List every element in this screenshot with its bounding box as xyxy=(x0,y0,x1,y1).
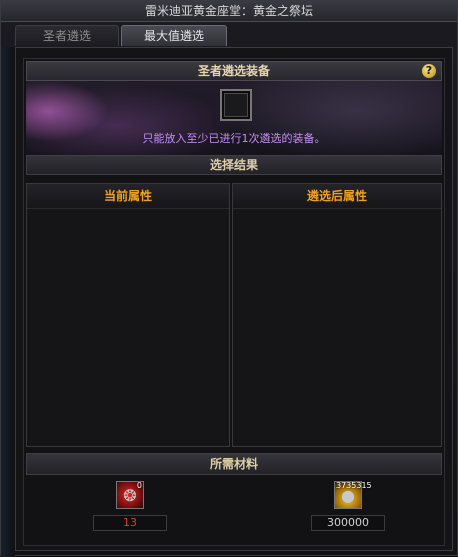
equipment-section-title: 圣者遴选装备 xyxy=(197,64,270,78)
equipment-slot-area: 只能放入至少已进行1次遴选的装备。 xyxy=(26,81,442,155)
after-attributes-panel: 遴选后属性 xyxy=(232,183,442,447)
main-panel: 圣者遴选装备 ? 只能放入至少已进行1次遴选的装备。 选择结果 当前属性 遴选后… xyxy=(15,47,453,551)
gold-cost-count: 300000 xyxy=(311,515,385,531)
red-material-badge: 0 xyxy=(136,481,142,490)
tab-max-selection[interactable]: 最大值遴选 xyxy=(121,25,227,46)
inner-panel: 圣者遴选装备 ? 只能放入至少已进行1次遴选的装备。 选择结果 当前属性 遴选后… xyxy=(23,58,445,546)
gold-coins-icon[interactable]: ● 3735315 xyxy=(334,481,372,509)
current-attributes-header: 当前属性 xyxy=(27,184,229,209)
red-material-icon[interactable]: ❂ 0 xyxy=(116,481,144,509)
dialog-window: 雷米迪亚黄金座堂：黄金之祭坛 圣者遴选 最大值遴选 圣者遴选装备 ? 只能放入至… xyxy=(0,0,458,557)
window-title[interactable]: 雷米迪亚黄金座堂：黄金之祭坛 xyxy=(1,1,457,22)
help-icon[interactable]: ? xyxy=(422,64,436,78)
equipment-hint-text: 只能放入至少已进行1次遴选的装备。 xyxy=(142,132,326,145)
current-attributes-panel: 当前属性 xyxy=(26,183,230,447)
result-section-header: 选择结果 xyxy=(26,155,442,175)
after-attributes-header: 遴选后属性 xyxy=(233,184,441,209)
equipment-section-header: 圣者遴选装备 ? xyxy=(26,61,442,81)
red-material-count: 13 xyxy=(93,515,167,531)
materials-section-header: 所需材料 xyxy=(26,453,442,475)
equipment-slot[interactable] xyxy=(220,89,252,121)
tab-saint-selection[interactable]: 圣者遴选 xyxy=(15,25,119,46)
gold-coins-badge: 3735315 xyxy=(336,481,372,490)
left-edge-decoration xyxy=(1,47,15,557)
